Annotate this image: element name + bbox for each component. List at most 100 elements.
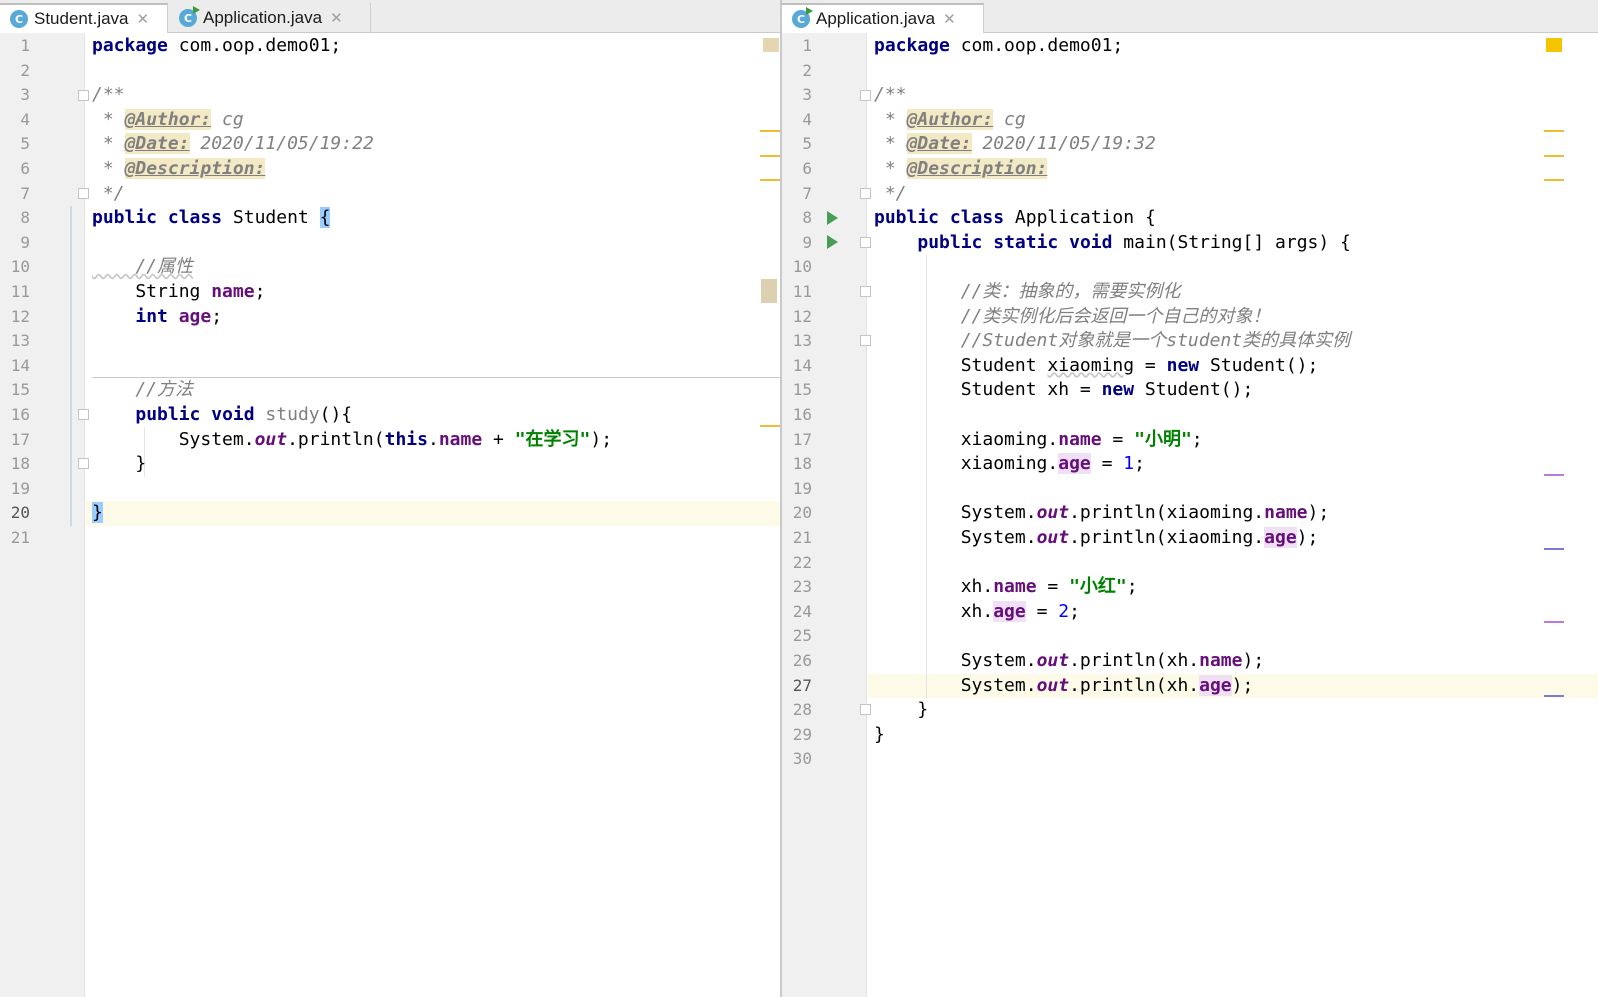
code-line-10: //属性 <box>92 256 194 278</box>
method-separator <box>92 377 781 378</box>
code-line-4: * @Author: cg <box>92 108 244 130</box>
line-number: 9 <box>802 232 812 252</box>
error-stripe-mark[interactable] <box>760 130 780 132</box>
line-number: 12 <box>792 306 812 326</box>
right-tab-bar: C Application.java ✕ <box>782 0 1598 33</box>
left-code-area[interactable]: package com.oop.demo01; /** * @Author: c… <box>86 33 781 997</box>
code-line-24: xh.age = 2; <box>874 600 1080 622</box>
line-number: 22 <box>792 552 812 572</box>
warning-marker[interactable] <box>761 279 777 303</box>
code-line-9: public static void main(String[] args) { <box>917 231 1351 253</box>
code-line-18: xiaoming.age = 1; <box>874 453 1145 475</box>
line-number: 3 <box>802 85 812 105</box>
line-number: 16 <box>792 405 812 424</box>
close-icon[interactable]: ✕ <box>943 10 956 28</box>
error-stripe-mark[interactable] <box>760 425 780 427</box>
close-icon[interactable]: ✕ <box>330 9 343 27</box>
line-number: 26 <box>792 651 812 670</box>
line-number: 19 <box>10 478 30 498</box>
error-stripe-mark[interactable] <box>760 155 780 157</box>
line-number: 10 <box>10 257 30 277</box>
current-line-highlight <box>86 501 781 526</box>
line-number: 12 <box>10 306 30 326</box>
line-number: 11 <box>10 282 30 301</box>
code-line-11: String name; <box>92 281 266 302</box>
code-line-26: System.out.println(xh.name); <box>874 650 1265 671</box>
right-editor-pane: C Application.java ✕ 1 2 3 4 5 6 7 8 9 1… <box>782 0 1598 997</box>
code-line-12: int age; <box>135 305 223 327</box>
right-code-area[interactable]: package com.oop.demo01; /** * @Author: c… <box>868 33 1598 997</box>
tab-student-java[interactable]: C Student.java ✕ <box>0 3 168 33</box>
right-editor-body: 1 2 3 4 5 6 7 8 9 10 11 12 13 14 15 16 1… <box>782 33 1598 997</box>
code-line-13: //Student对象就是一个student类的具体实例 <box>874 330 1351 352</box>
warning-marker[interactable] <box>1546 38 1562 52</box>
line-number: 11 <box>792 282 812 301</box>
code-line-3: /** <box>874 84 907 106</box>
line-number: 7 <box>20 183 30 203</box>
left-editor-pane: C Student.java ✕ C Application.java ✕ 1 … <box>0 0 781 997</box>
line-number: 14 <box>792 355 812 375</box>
line-number: 15 <box>792 380 812 400</box>
line-number: 20 <box>792 503 812 523</box>
code-line-17: xiaoming.name = "小明"; <box>874 428 1203 450</box>
code-line-16: public void study(){ <box>135 404 353 425</box>
tab-application-java[interactable]: C Application.java ✕ <box>782 3 984 33</box>
line-number: 28 <box>792 700 812 720</box>
code-line-29: } <box>874 723 885 745</box>
line-number: 25 <box>792 626 812 646</box>
java-class-run-icon: C <box>179 6 200 27</box>
line-number: 23 <box>792 577 812 597</box>
usage-stripe-mark[interactable] <box>1544 621 1564 623</box>
tab-label: Application.java <box>816 9 936 28</box>
line-number: 4 <box>802 109 812 129</box>
code-line-27: System.out.println(xh.age); <box>874 674 1254 696</box>
code-line-18: } <box>92 453 147 475</box>
code-line-5: * @Date: 2020/11/05/19:32 <box>874 133 1156 155</box>
tab-application-java[interactable]: C Application.java ✕ <box>169 3 371 33</box>
line-number: 21 <box>792 528 812 547</box>
line-number-current: 27 <box>792 675 812 695</box>
line-number: 6 <box>802 159 812 178</box>
line-number: 18 <box>10 454 30 474</box>
code-line-1: package com.oop.demo01; <box>92 35 342 56</box>
error-stripe-mark[interactable] <box>1544 130 1564 132</box>
line-number: 13 <box>10 331 30 351</box>
code-line-1: package com.oop.demo01; <box>874 35 1124 56</box>
line-number: 8 <box>20 208 30 228</box>
usage-stripe-mark[interactable] <box>1544 474 1564 476</box>
code-line-12: //类实例化后会返回一个自己的对象！ <box>874 305 1271 327</box>
line-number: 5 <box>20 134 30 154</box>
line-number: 17 <box>792 429 812 449</box>
left-gutter: 1 2 3 4 5 6 7 8 9 10 11 12 13 14 15 16 1… <box>0 33 89 997</box>
line-number: 2 <box>802 60 812 80</box>
code-line-28: } <box>874 699 929 721</box>
line-number: 1 <box>802 36 812 55</box>
usage-stripe-mark[interactable] <box>1544 548 1564 550</box>
right-gutter: 1 2 3 4 5 6 7 8 9 10 11 12 13 14 15 16 1… <box>782 33 871 997</box>
close-icon[interactable]: ✕ <box>137 10 150 28</box>
code-line-15: //方法 <box>92 379 194 401</box>
line-number: 29 <box>792 724 812 744</box>
code-line-17: System.out.println(this.name + "在学习"); <box>92 428 613 450</box>
warning-marker[interactable] <box>763 38 779 52</box>
line-number: 21 <box>10 528 30 547</box>
error-stripe-mark[interactable] <box>1544 179 1564 181</box>
code-line-4: * @Author: cg <box>874 108 1026 130</box>
line-number: 5 <box>802 134 812 154</box>
tab-label: Student.java <box>34 9 129 28</box>
error-stripe-mark[interactable] <box>1544 155 1564 157</box>
line-number: 7 <box>802 183 812 203</box>
run-icon[interactable] <box>827 211 838 225</box>
run-icon[interactable] <box>827 235 838 249</box>
code-line-14: Student xiaoming = new Student(); <box>874 354 1319 376</box>
line-number: 30 <box>792 749 812 769</box>
code-line-8: public class Student { <box>92 207 331 229</box>
code-line-8: public class Application { <box>874 207 1156 229</box>
line-number: 13 <box>792 331 812 351</box>
tab-label: Application.java <box>203 8 323 27</box>
error-stripe-mark[interactable] <box>760 179 780 181</box>
java-class-run-icon: C <box>792 7 813 28</box>
split-editor: C Student.java ✕ C Application.java ✕ 1 … <box>0 0 1598 997</box>
code-line-6: * @Description: <box>874 158 1048 179</box>
usage-stripe-mark[interactable] <box>1544 695 1564 697</box>
